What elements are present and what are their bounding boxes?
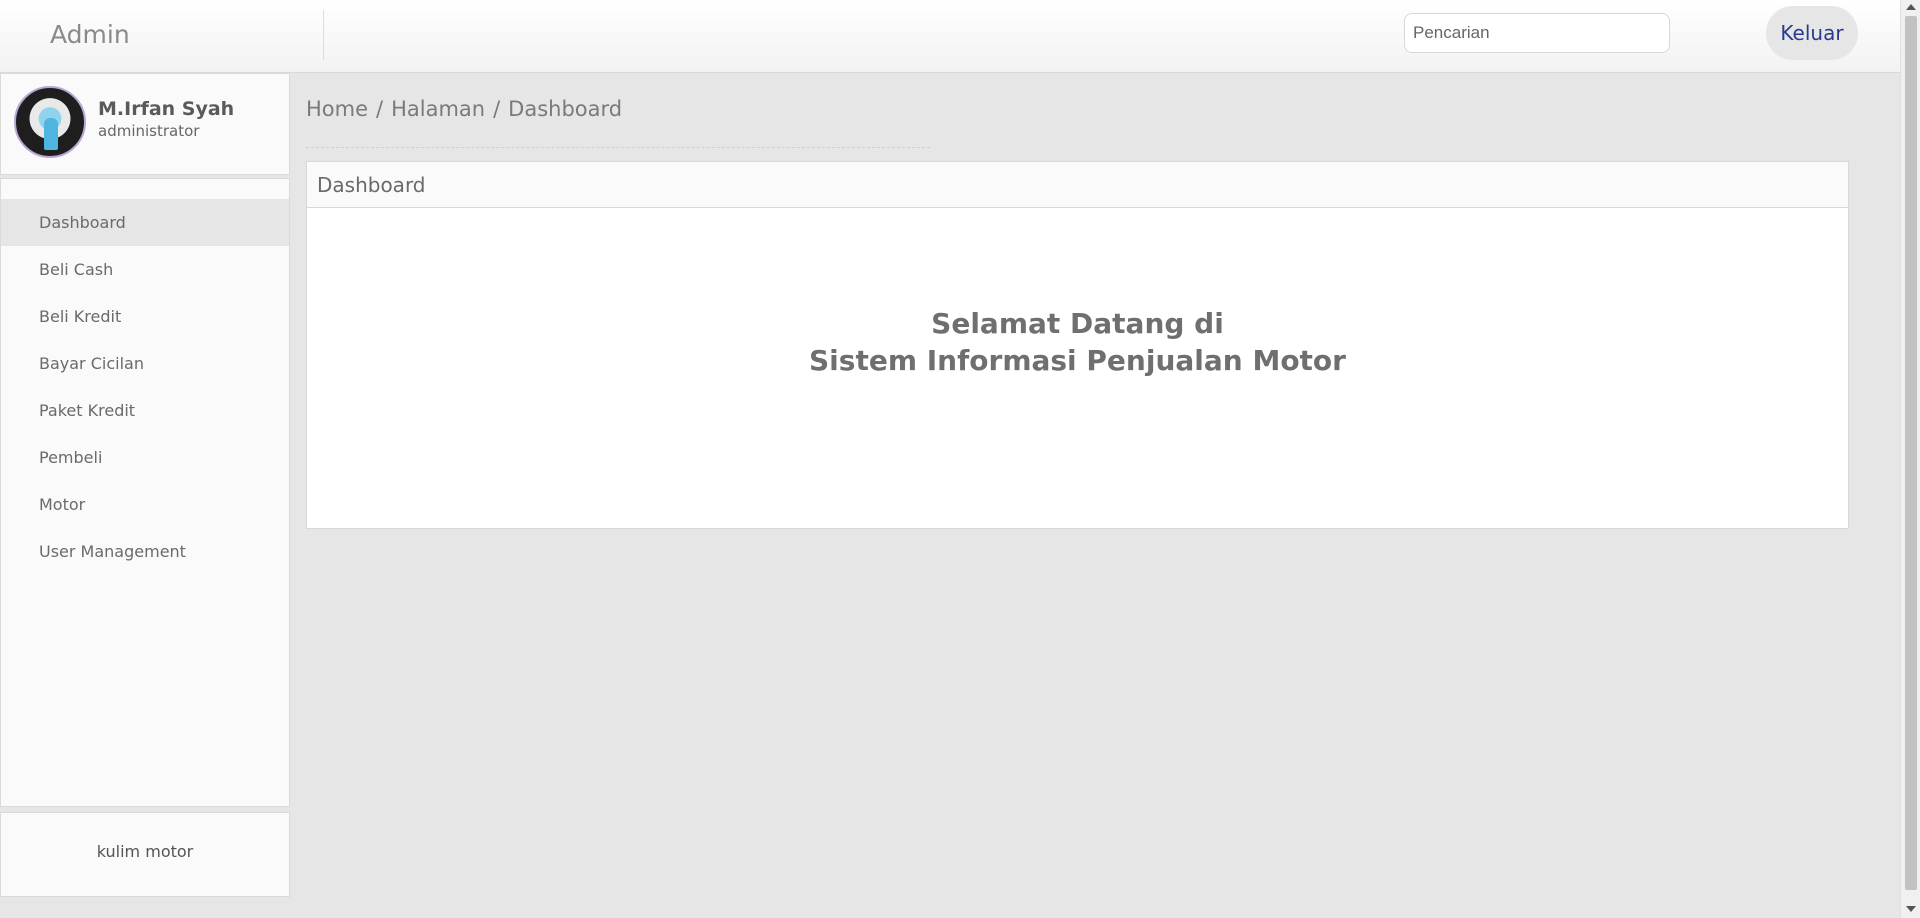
brand-title[interactable]: Admin [50,20,130,49]
avatar [14,86,86,158]
profile-name: M.Irfan Syah [98,98,235,120]
sidebar-item-paket-kredit[interactable]: Paket Kredit [1,387,289,434]
search-input[interactable] [1404,13,1670,53]
page-scrollbar[interactable] [1900,0,1920,918]
breadcrumb-home[interactable]: Home [306,97,368,121]
panel-title: Dashboard [307,162,1848,208]
scroll-down-arrow-icon[interactable] [1906,906,1916,912]
scroll-up-arrow-icon[interactable] [1906,4,1916,10]
profile-card: M.Irfan Syah administrator [0,73,290,175]
sidebar-item-beli-cash[interactable]: Beli Cash [1,246,289,293]
profile-role: administrator [98,122,200,140]
header-divider [323,10,324,60]
sidebar-footer: kulim motor [0,812,290,897]
breadcrumb-dashboard: Dashboard [508,97,623,121]
top-bar: Admin Keluar [0,0,1900,73]
sidebar-item-bayar-cicilan[interactable]: Bayar Cicilan [1,340,289,387]
welcome-line-2: Sistem Informasi Penjualan Motor [809,344,1346,377]
logout-button[interactable]: Keluar [1766,6,1858,60]
sidebar-item-motor[interactable]: Motor [1,481,289,528]
sidebar-item-dashboard[interactable]: Dashboard [1,199,289,246]
breadcrumb-separator: / [376,97,384,121]
breadcrumb-divider [306,147,930,148]
sidebar-item-beli-kredit[interactable]: Beli Kredit [1,293,289,340]
sidebar-menu: Dashboard Beli Cash Beli Kredit Bayar Ci… [0,178,290,807]
breadcrumb-halaman[interactable]: Halaman [391,97,485,121]
dashboard-panel: Dashboard Selamat Datang di Sistem Infor… [306,161,1849,529]
breadcrumb: Home / Halaman / Dashboard [306,97,622,121]
sidebar-item-pembeli[interactable]: Pembeli [1,434,289,481]
scrollbar-thumb[interactable] [1905,16,1917,890]
welcome-message: Selamat Datang di Sistem Informasi Penju… [307,305,1848,379]
welcome-line-1: Selamat Datang di [931,307,1224,340]
sidebar-item-user-management[interactable]: User Management [1,528,289,575]
breadcrumb-separator: / [493,97,501,121]
